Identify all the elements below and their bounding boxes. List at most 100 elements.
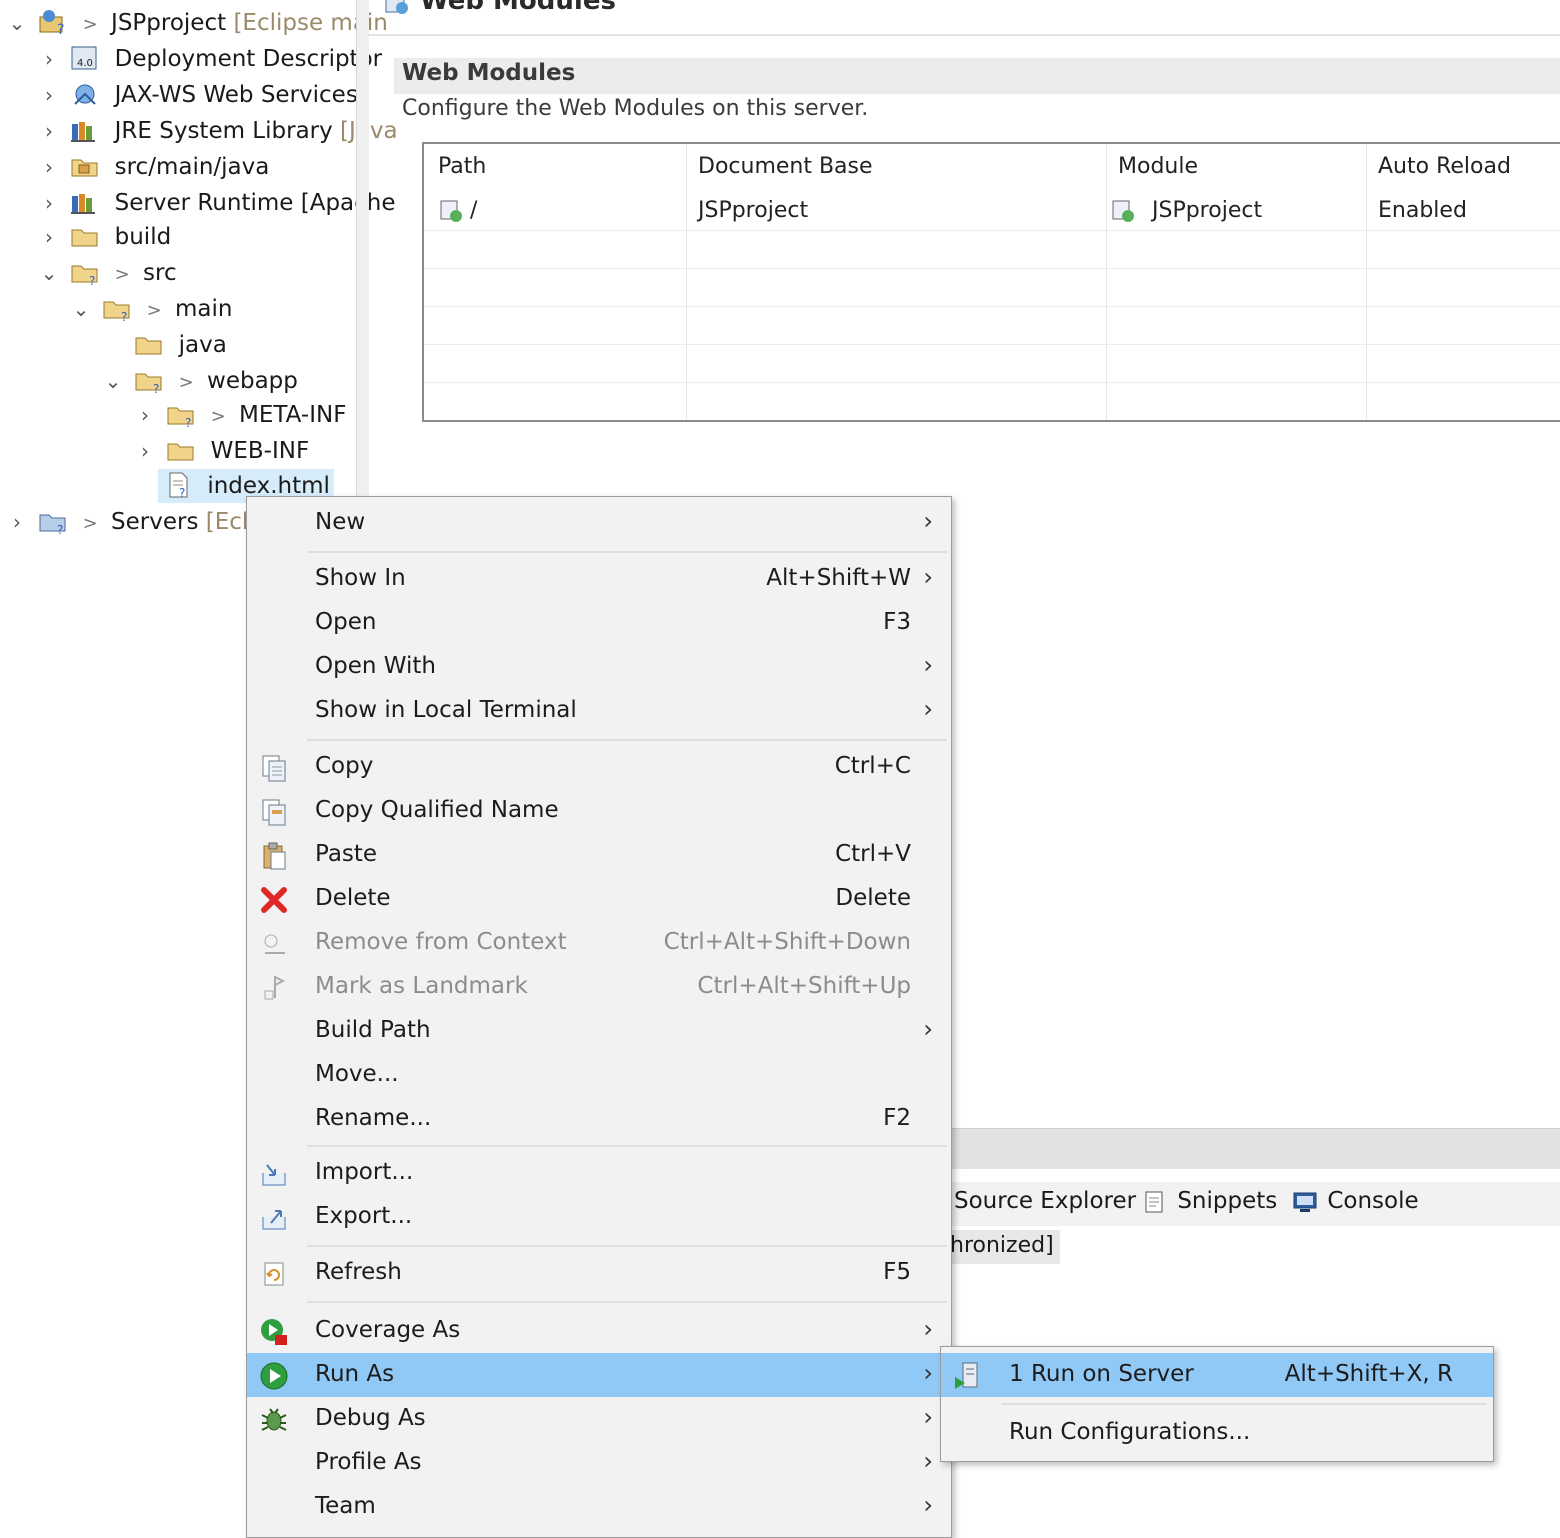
column-header-auto-reload[interactable]: Auto Reload [1378,154,1511,179]
chevron-right-icon: › [923,695,933,723]
cell-module: JSPproject [1152,198,1263,223]
web-modules-table[interactable]: Path Document Base Module Auto Reload / … [422,142,1560,422]
tab-source-explorer[interactable]: Source Explorer [954,1188,1136,1214]
console-icon [1292,1190,1320,1214]
chevron-right-icon[interactable]: › [36,220,62,254]
tree-item-meta-inf[interactable]: › ? > META-INF [132,398,346,432]
tree-item-project[interactable]: ⌄ ? > JSPproject [Eclipse main [4,6,388,40]
copy-qualified-name-icon [259,797,289,827]
column-header-module[interactable]: Module [1118,154,1198,179]
chevron-right-icon[interactable]: › [36,42,62,76]
folder-icon: ? [133,366,165,396]
menu-separator [307,739,947,741]
menu-item-run-as[interactable]: Run As › [247,1353,951,1397]
library-icon [69,188,101,216]
chevron-right-icon[interactable]: › [4,505,30,539]
tab-console[interactable]: Console [1292,1188,1419,1214]
section-description: Configure the Web Modules on this server… [402,96,869,121]
tree-item-webapp[interactable]: ⌄ ? > webapp [100,364,298,398]
remove-context-icon [259,929,289,959]
menu-item-run-configurations[interactable]: Run Configurations... [941,1411,1493,1455]
tree-item-build[interactable]: › build [36,220,171,254]
tree-item-servers[interactable]: › ? > Servers [Eclips [4,505,281,539]
tree-item-src[interactable]: ⌄ ? > src [36,256,177,290]
run-on-server-icon [953,1361,983,1391]
deployment-descriptor-icon: 4.0 [69,44,101,72]
menu-item-refresh[interactable]: Refresh F5 [247,1251,951,1295]
chevron-down-icon[interactable]: ⌄ [36,256,62,290]
chevron-right-icon[interactable]: › [36,150,62,184]
editor-title: Web Modules [420,0,616,16]
menu-item-rename[interactable]: Rename... F2 [247,1097,951,1141]
context-menu: New › Show In Alt+Shift+W › Open F3 Open… [246,496,952,1538]
menu-item-open[interactable]: Open F3 [247,601,951,645]
project-name: JSPproject [111,10,227,36]
html-file-icon: ? [162,471,194,500]
chevron-right-icon: › [923,651,933,679]
tree-item-jax-ws[interactable]: › JAX-WS Web Services [36,78,358,112]
run-icon [259,1361,289,1391]
package-folder-icon [69,152,101,180]
menu-item-debug-as[interactable]: Debug As › [247,1397,951,1441]
svg-text:?: ? [89,274,95,286]
menu-item-new[interactable]: New › [247,501,951,545]
coverage-icon [259,1317,289,1347]
tab-snippets[interactable]: Snippets [1142,1188,1277,1214]
tree-item-main[interactable]: ⌄ ? > main [68,292,233,326]
import-icon [259,1159,289,1189]
chevron-right-icon[interactable]: › [36,114,62,148]
panel-tabs: Source Explorer Snippets Console [950,1182,1560,1226]
chevron-right-icon[interactable]: › [36,78,62,112]
menu-item-show-in-local-terminal[interactable]: Show in Local Terminal › [247,689,951,733]
chevron-right-icon: › [923,563,933,591]
svg-text:?: ? [179,486,185,499]
menu-item-import[interactable]: Import... [247,1151,951,1195]
menu-item-coverage-as[interactable]: Coverage As › [247,1309,951,1353]
menu-separator [307,1145,947,1147]
chevron-right-icon[interactable]: › [132,434,158,468]
menu-item-paste[interactable]: Paste Ctrl+V [247,833,951,877]
menu-item-copy[interactable]: Copy Ctrl+C [247,745,951,789]
chevron-down-icon[interactable]: ⌄ [4,6,30,40]
chevron-right-icon: › [923,1403,933,1431]
svg-text:?: ? [57,22,64,36]
menu-item-profile-as[interactable]: Profile As › [247,1441,951,1485]
chevron-right-icon[interactable]: › [132,398,158,432]
column-header-document-base[interactable]: Document Base [698,154,873,179]
tree-item-java[interactable]: java [100,328,227,362]
folder-icon [165,436,197,464]
folder-icon: ? [69,258,101,288]
chevron-right-icon: › [923,1447,933,1475]
menu-item-team[interactable]: Team › [247,1485,951,1529]
cell-document-base: JSPproject [698,198,809,223]
folder-icon: ? [37,507,69,537]
svg-text:?: ? [121,310,127,322]
menu-item-build-path[interactable]: Build Path › [247,1009,951,1053]
menu-item-export[interactable]: Export... [247,1195,951,1239]
tree-item-web-inf[interactable]: › WEB-INF [132,434,309,468]
chevron-down-icon[interactable]: ⌄ [68,292,94,326]
tree-item-jre-library[interactable]: › JRE System Library [Java [36,114,398,148]
folder-icon: ? [165,400,197,430]
chevron-right-icon: › [923,1315,933,1343]
tree-item-server-runtime[interactable]: › Server Runtime [Apache [36,186,396,220]
section-title: Web Modules [402,60,576,86]
cell-auto-reload: Enabled [1378,198,1467,223]
menu-item-copy-qualified-name[interactable]: Copy Qualified Name [247,789,951,833]
debug-icon [259,1405,289,1435]
menu-item-open-with[interactable]: Open With › [247,645,951,689]
export-icon [259,1203,289,1233]
panel-header [950,1128,1560,1169]
web-project-icon: ? [37,8,69,38]
menu-item-show-in[interactable]: Show In Alt+Shift+W › [247,557,951,601]
tree-item-deployment-descriptor[interactable]: › 4.0 Deployment Descriptor [36,42,382,76]
tree-item-src-main-java[interactable]: › src/main/java [36,150,269,184]
chevron-right-icon: › [923,1359,933,1387]
menu-item-delete[interactable]: Delete Delete [247,877,951,921]
menu-item-move[interactable]: Move... [247,1053,951,1097]
chevron-down-icon[interactable]: ⌄ [100,364,126,398]
menu-item-mark-as-landmark: Mark as Landmark Ctrl+Alt+Shift+Up [247,965,951,1009]
chevron-right-icon[interactable]: › [36,186,62,220]
column-header-path[interactable]: Path [438,154,486,179]
menu-item-run-on-server[interactable]: 1 Run on Server Alt+Shift+X, R [941,1353,1493,1397]
